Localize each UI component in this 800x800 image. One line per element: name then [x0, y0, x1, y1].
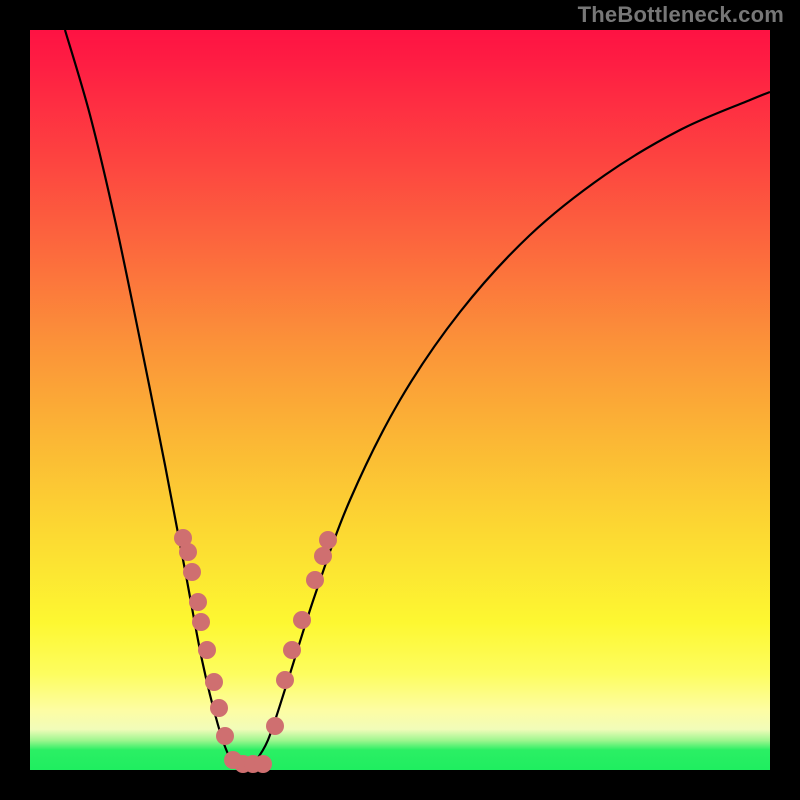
data-dot [179, 543, 197, 561]
data-dot [266, 717, 284, 735]
data-dot [276, 671, 294, 689]
data-dot [319, 531, 337, 549]
data-dot [314, 547, 332, 565]
data-dot [216, 727, 234, 745]
plot-area [30, 30, 770, 770]
chart-svg [30, 30, 770, 770]
data-dot [192, 613, 210, 631]
chart-frame: TheBottleneck.com [0, 0, 800, 800]
data-dot [306, 571, 324, 589]
data-dot [283, 641, 301, 659]
data-dot [183, 563, 201, 581]
right-curve [252, 92, 770, 766]
data-dot [205, 673, 223, 691]
dot-group [174, 529, 337, 773]
data-dot [189, 593, 207, 611]
data-dot [293, 611, 311, 629]
data-dot [254, 755, 272, 773]
watermark-text: TheBottleneck.com [578, 2, 784, 28]
data-dot [210, 699, 228, 717]
data-dot [198, 641, 216, 659]
